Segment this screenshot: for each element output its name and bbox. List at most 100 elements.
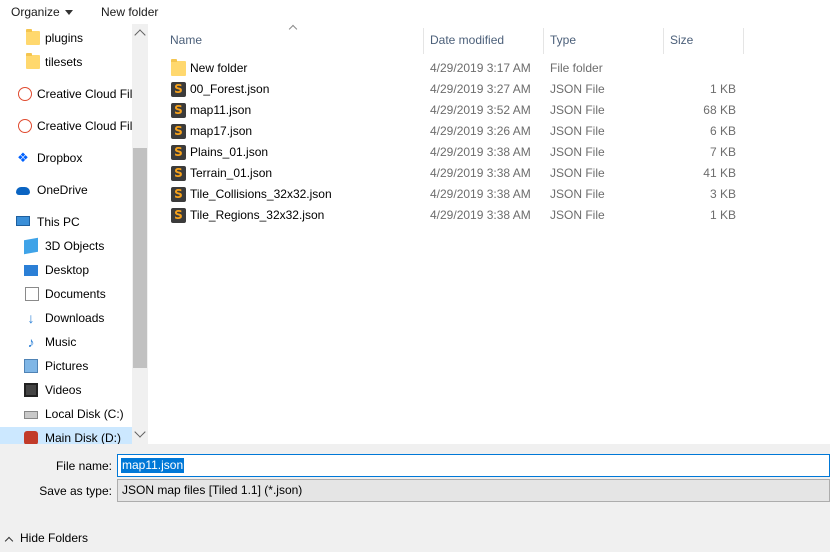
onedrive-icon: [16, 187, 30, 195]
nav-item-label: Downloads: [45, 311, 105, 325]
file-size: 1 KB: [709, 82, 736, 96]
file-date: 4/29/2019 3:38 AM: [430, 208, 531, 222]
file-row[interactable]: S 00_Forest.json 4/29/2019 3:27 AM JSON …: [168, 79, 748, 100]
nav-item-label: Dropbox: [37, 151, 83, 165]
file-date: 4/29/2019 3:17 AM: [430, 61, 531, 75]
file-size: 1 KB: [709, 208, 736, 222]
file-row[interactable]: S map17.json 4/29/2019 3:26 AM JSON File…: [168, 121, 748, 142]
nav-item-label: plugins: [45, 31, 84, 45]
scrollbar-thumb[interactable]: [133, 148, 147, 368]
folder-icon: [26, 53, 40, 69]
nav-item-plugins[interactable]: plugins: [0, 27, 132, 49]
nav-item-this-pc[interactable]: This PC: [0, 211, 132, 233]
file-size: 41 KB: [703, 166, 736, 180]
file-name: map11.json: [190, 103, 252, 117]
file-type: JSON File: [550, 145, 605, 159]
nav-scrollbar[interactable]: [132, 24, 148, 444]
videos-icon: [24, 383, 38, 397]
file-list: Name Date modified Type Size New folder …: [148, 24, 830, 444]
json-file-icon: S: [171, 166, 186, 181]
json-file-icon: S: [171, 145, 186, 160]
file-date: 4/29/2019 3:26 AM: [430, 124, 531, 138]
computer-icon: [16, 216, 30, 226]
nav-item-onedrive[interactable]: OneDrive: [0, 179, 132, 201]
file-type: JSON File: [550, 187, 605, 201]
nav-item-tilesets[interactable]: tilesets: [0, 51, 132, 73]
hide-folders-button[interactable]: Hide Folders: [4, 530, 88, 546]
scroll-up-icon[interactable]: [134, 29, 146, 41]
file-row[interactable]: S Tile_Collisions_32x32.json 4/29/2019 3…: [168, 184, 748, 205]
file-name: New folder: [190, 61, 248, 75]
nav-item-creative-cloud-2[interactable]: Creative Cloud Fil: [0, 115, 132, 137]
json-file-icon: S: [171, 208, 186, 223]
nav-item-music[interactable]: ♪ Music: [0, 331, 132, 353]
nav-item-dropbox[interactable]: ❖ Dropbox: [0, 147, 132, 169]
file-type: File folder: [550, 61, 603, 75]
nav-item-label: Creative Cloud Fil: [37, 87, 132, 101]
nav-item-label: Documents: [45, 287, 106, 301]
file-name-label: File name:: [55, 459, 112, 473]
nav-item-label: Videos: [45, 383, 82, 397]
organize-button[interactable]: Organize: [11, 3, 73, 21]
json-file-icon: S: [171, 124, 186, 139]
folder-icon: [26, 29, 40, 45]
new-folder-button[interactable]: New folder: [101, 3, 158, 21]
nav-item-pictures[interactable]: Pictures: [0, 355, 132, 377]
json-file-icon: S: [171, 103, 186, 118]
save-as-type-label: Save as type:: [39, 484, 112, 498]
nav-item-desktop[interactable]: Desktop: [0, 259, 132, 281]
file-name: 00_Forest.json: [190, 82, 270, 96]
nav-item-local-disk[interactable]: Local Disk (C:): [0, 403, 132, 425]
file-name-value: map11.json: [121, 458, 185, 473]
nav-item-label: Desktop: [45, 263, 90, 277]
nav-item-label: Main Disk (D:): [45, 431, 122, 444]
nav-item-videos[interactable]: Videos: [0, 379, 132, 401]
column-header-date[interactable]: Date modified: [424, 28, 544, 54]
column-header-type[interactable]: Type: [544, 28, 664, 54]
file-size: 6 KB: [709, 124, 736, 138]
nav-item-label: Local Disk (C:): [45, 407, 124, 421]
disk-icon: [24, 411, 38, 419]
save-as-type-select[interactable]: JSON map files [Tiled 1.1] (*.json): [117, 479, 830, 502]
column-header-size[interactable]: Size: [664, 28, 744, 54]
command-bar: Organize New folder: [0, 0, 830, 24]
column-header-name[interactable]: Name: [164, 28, 424, 54]
file-size: 7 KB: [709, 145, 736, 159]
3d-objects-icon: [24, 237, 38, 255]
file-date: 4/29/2019 3:52 AM: [430, 103, 531, 117]
music-icon: ♪: [27, 334, 35, 350]
nav-item-3d-objects[interactable]: 3D Objects: [0, 235, 132, 257]
json-file-icon: S: [171, 187, 186, 202]
creative-cloud-icon: [18, 87, 32, 101]
json-file-icon: S: [171, 82, 186, 97]
nav-item-downloads[interactable]: ↓ Downloads: [0, 307, 132, 329]
main-disk-icon: [24, 431, 38, 444]
nav-item-label: OneDrive: [37, 183, 88, 197]
file-row[interactable]: S Plains_01.json 4/29/2019 3:38 AM JSON …: [168, 142, 748, 163]
file-row[interactable]: New folder 4/29/2019 3:17 AM File folder: [168, 58, 748, 79]
file-type: JSON File: [550, 103, 605, 117]
nav-item-label: tilesets: [45, 55, 83, 69]
nav-item-documents[interactable]: Documents: [0, 283, 132, 305]
file-date: 4/29/2019 3:38 AM: [430, 187, 531, 201]
downloads-icon: ↓: [27, 310, 35, 326]
file-size: 3 KB: [709, 187, 736, 201]
file-name-input[interactable]: map11.json: [117, 454, 830, 477]
file-row[interactable]: S map11.json 4/29/2019 3:52 AM JSON File…: [168, 100, 748, 121]
nav-item-main-disk[interactable]: Main Disk (D:): [0, 427, 132, 444]
save-panel: File name: map11.json Save as type: JSON…: [0, 444, 830, 552]
file-row[interactable]: S Tile_Regions_32x32.json 4/29/2019 3:38…: [168, 205, 748, 226]
desktop-icon: [24, 265, 38, 276]
file-type: JSON File: [550, 208, 605, 222]
chevron-down-icon: [64, 10, 73, 16]
scroll-down-icon[interactable]: [134, 426, 146, 438]
file-name: map17.json: [190, 124, 253, 138]
file-type: JSON File: [550, 166, 605, 180]
nav-item-label: Pictures: [45, 359, 89, 373]
pictures-icon: [24, 359, 38, 373]
nav-item-creative-cloud-1[interactable]: Creative Cloud Fil: [0, 83, 132, 105]
dropbox-icon: ❖: [17, 150, 29, 165]
file-row[interactable]: S Terrain_01.json 4/29/2019 3:38 AM JSON…: [168, 163, 748, 184]
file-date: 4/29/2019 3:38 AM: [430, 145, 531, 159]
file-date: 4/29/2019 3:27 AM: [430, 82, 531, 96]
